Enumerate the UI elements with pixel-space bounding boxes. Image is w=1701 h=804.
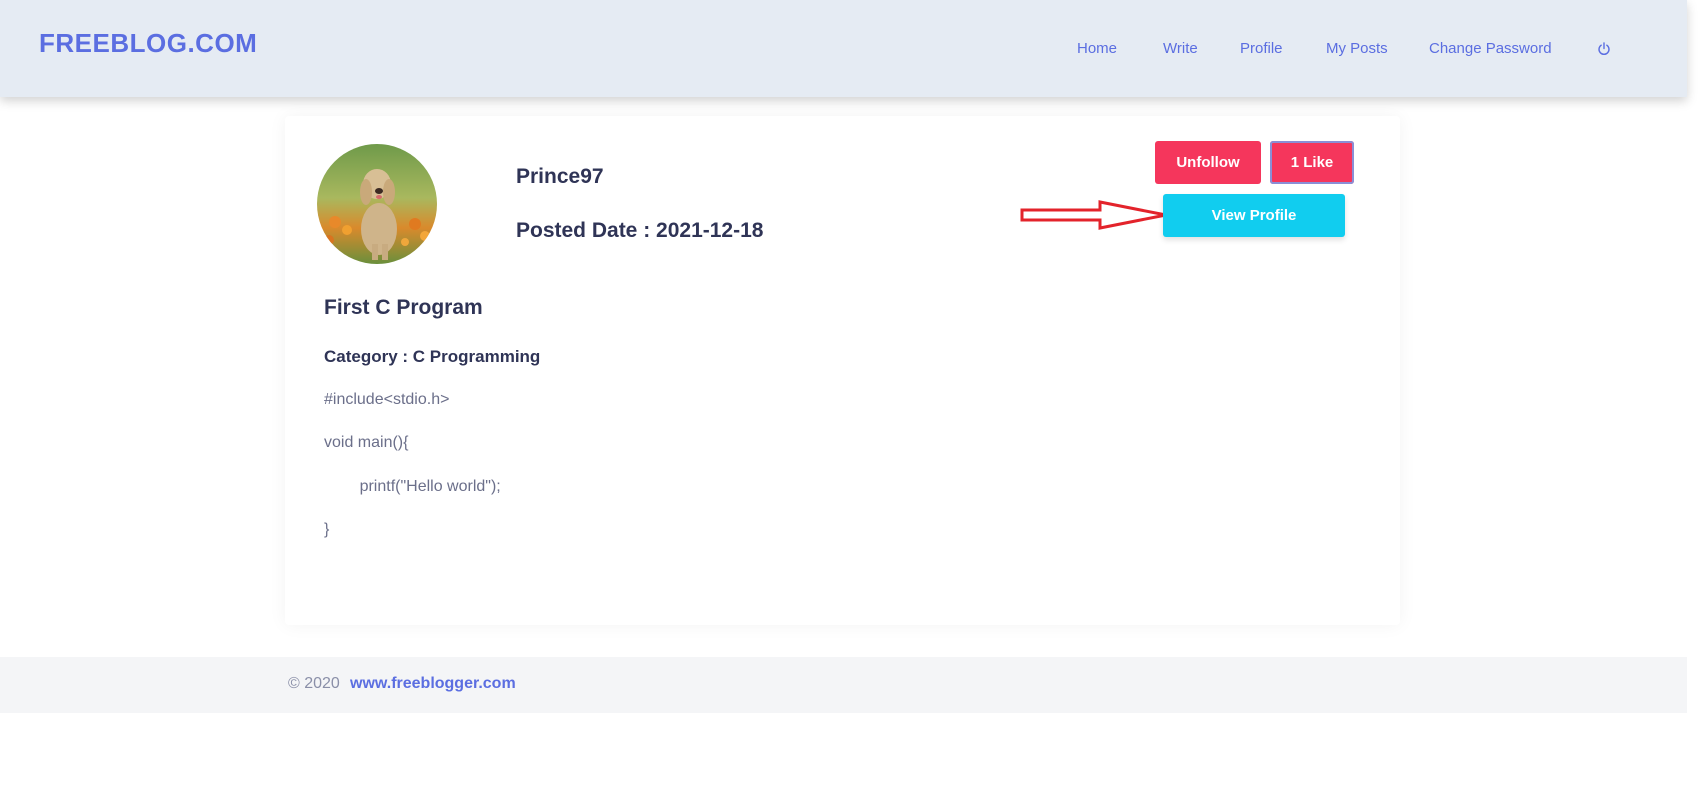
posted-date: Posted Date : 2021-12-18 <box>516 219 764 242</box>
nav-write-link[interactable]: Write <box>1163 40 1198 57</box>
post-body-line: printf("Hello world"); <box>324 478 501 495</box>
footer-copyright: © 2020 <box>288 675 340 692</box>
navbar: FREEBLOG.COM Home Write Profile My Posts… <box>0 0 1687 97</box>
post-title: First C Program <box>324 296 483 319</box>
view-profile-button[interactable]: View Profile <box>1163 194 1345 237</box>
red-arrow-annotation <box>1020 200 1167 230</box>
footer: © 2020 www.freeblogger.com <box>0 657 1687 713</box>
nav-my-posts-link[interactable]: My Posts <box>1326 40 1388 57</box>
post-body-line: } <box>324 521 330 538</box>
nav-home-link[interactable]: Home <box>1077 40 1117 57</box>
post-category: Category : C Programming <box>324 347 541 366</box>
post-author-username: Prince97 <box>516 165 604 188</box>
like-button[interactable]: 1 Like <box>1270 141 1354 184</box>
avatar-dog-image <box>317 144 437 264</box>
nav-change-password-link[interactable]: Change Password <box>1429 40 1552 57</box>
unfollow-button[interactable]: Unfollow <box>1155 141 1261 184</box>
post-body-line: void main(){ <box>324 434 409 451</box>
power-icon[interactable] <box>1597 42 1611 56</box>
post-body-line: #include<stdio.h> <box>324 391 450 408</box>
footer-site-link[interactable]: www.freeblogger.com <box>350 675 516 693</box>
avatar[interactable] <box>317 144 437 264</box>
post-card: Prince97 Posted Date : 2021-12-18 Unfoll… <box>285 116 1400 625</box>
brand-logo[interactable]: FREEBLOG.COM <box>39 28 257 59</box>
nav-profile-link[interactable]: Profile <box>1240 40 1283 57</box>
